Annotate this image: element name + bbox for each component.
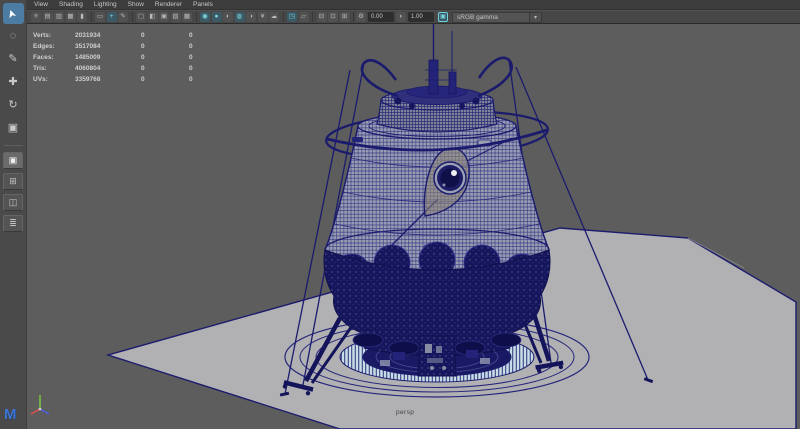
maya-panel: View Shading Lighting Show Renderer Pane… xyxy=(0,0,800,429)
menu-view[interactable]: View xyxy=(34,0,48,10)
wireframe-mode-icon[interactable]: ▢ xyxy=(136,12,146,22)
paint-select-tool-icon: ✎ xyxy=(8,49,17,70)
toolbox-divider xyxy=(4,145,23,146)
toolbar-separator xyxy=(353,12,354,22)
resolution-gate-icon[interactable]: ⊞ xyxy=(340,12,350,22)
snapshot-b-icon[interactable]: ⊡ xyxy=(328,12,338,22)
grease-pencil-icon[interactable]: ✎ xyxy=(118,12,128,22)
scale-tool-icon: ▣ xyxy=(8,118,18,139)
menu-shading[interactable]: Shading xyxy=(59,0,83,10)
two-d-pan-zoom-icon[interactable]: + xyxy=(107,12,117,22)
use-all-lights-icon[interactable]: ¥ xyxy=(258,12,268,22)
menu-renderer[interactable]: Renderer xyxy=(155,0,182,10)
panel-menubar: View Shading Lighting Show Renderer Pane… xyxy=(27,0,800,10)
bookmark-icon[interactable]: ▮ xyxy=(77,12,87,22)
paint-select-tool[interactable]: ✎ xyxy=(3,49,24,70)
view-transform-value: sRGB gamma xyxy=(452,12,530,23)
menu-panels[interactable]: Panels xyxy=(193,0,213,10)
view-transform-dropdown[interactable]: sRGB gamma ▾ xyxy=(452,12,542,23)
gamma-field[interactable]: 1.00 xyxy=(408,12,434,22)
hud-row-tris: Tris:406080400 xyxy=(33,57,193,68)
poly-count-hud: Verts:203193400 Edges:351708400 Faces:14… xyxy=(33,24,193,79)
single-pane-layout-icon: ▣ xyxy=(9,155,18,165)
four-pane-layout-icon: ⊞ xyxy=(9,176,17,186)
select-tool[interactable]: ➤ xyxy=(3,3,24,24)
four-pane-layout[interactable]: ⊞ xyxy=(3,173,23,190)
lock-camera-icon[interactable]: ▥ xyxy=(54,12,64,22)
lasso-tool-icon: ◌ xyxy=(10,26,17,47)
exposure-gear-icon[interactable]: ⚙ xyxy=(356,12,366,22)
hud-row-edges: Edges:351708400 xyxy=(33,35,193,46)
hud-value: 0 xyxy=(141,74,189,85)
menu-lighting[interactable]: Lighting xyxy=(94,0,117,10)
snapshot-a-icon[interactable]: ⊟ xyxy=(317,12,327,22)
flat-shade-mode-icon[interactable]: ◧ xyxy=(148,12,158,22)
hud-value: 3359768 xyxy=(75,74,141,85)
outliner-layout[interactable]: ≣ xyxy=(3,215,23,232)
material-override-icon[interactable]: ▩ xyxy=(182,12,192,22)
scale-tool[interactable]: ▣ xyxy=(3,118,24,139)
move-tool[interactable]: ✚ xyxy=(3,72,24,93)
maya-logo: M xyxy=(4,406,17,423)
toolbox-sidebar: ➤◌✎✚↻▣ ▣⊞◫≣ M xyxy=(0,0,27,429)
toolbox-tools: ➤ ◌✎✚↻▣ xyxy=(0,0,26,140)
hud-label: UVs: xyxy=(33,74,75,85)
outliner-layout-icon: ≣ xyxy=(9,218,17,228)
select-camera-icon[interactable]: ▤ xyxy=(43,12,53,22)
toolbar-separator xyxy=(283,12,284,22)
perspective-viewport[interactable]: Verts:203193400 Edges:351708400 Faces:14… xyxy=(27,24,800,429)
toolbar-separator xyxy=(196,12,197,22)
toolbar-separator xyxy=(91,12,92,22)
exposure-field[interactable]: 0.00 xyxy=(368,12,394,22)
smooth-shade-mode-icon[interactable]: ▣ xyxy=(159,12,169,22)
panel-toolbar: ≡▤▥▦▮▭+✎▢◧▣▨▩◉●◐◍◑¥☁◳▱⊟⊡⊞ ⚙ 0.00 ◗ 1.00 … xyxy=(27,10,800,24)
panel-menu-icon[interactable]: ≡ xyxy=(31,12,41,22)
gamma-toggle-icon[interactable]: ▣ xyxy=(438,12,448,22)
axis-gizmo[interactable] xyxy=(28,390,52,418)
toolbox-layouts: ▣ ⊞ ◫ ≣ xyxy=(0,150,26,234)
toolbar-icons: ≡▤▥▦▮ ▭+✎ ▢◧▣▨▩ ◉●◐◍◑¥☁ ◳▱ ⊟⊡⊞ xyxy=(31,12,356,22)
wireframe-on-shaded-icon[interactable]: ◉ xyxy=(200,12,210,22)
rotate-tool[interactable]: ↻ xyxy=(3,95,24,116)
fog-icon[interactable]: ☁ xyxy=(269,12,279,22)
split-pane-layout-icon: ◫ xyxy=(9,197,18,207)
isolate-select-icon[interactable]: ◳ xyxy=(287,12,297,22)
rotate-tool-icon: ↻ xyxy=(8,95,17,116)
toolbar-separator xyxy=(132,12,133,22)
hud-value: 0 xyxy=(189,74,193,85)
hud-row-verts: Verts:203193400 xyxy=(33,24,193,35)
hud-row-faces: Faces:148500900 xyxy=(33,46,193,57)
select-tool-icon: ➤ xyxy=(2,6,25,22)
camera-attributes-icon[interactable]: ▦ xyxy=(66,12,76,22)
toolbar-separator xyxy=(312,12,313,22)
single-pane-layout[interactable]: ▣ xyxy=(3,152,23,169)
occlusion-sphere-icon[interactable]: ◍ xyxy=(235,12,245,22)
shadows-icon[interactable]: ◑ xyxy=(246,12,256,22)
textured-mode-icon[interactable]: ▨ xyxy=(171,12,181,22)
hud-row-uvs: UVs:335976800 xyxy=(33,68,193,79)
image-plane-icon[interactable]: ▭ xyxy=(95,12,105,22)
menu-show[interactable]: Show xyxy=(128,0,144,10)
contrast-icon[interactable]: ◗ xyxy=(396,12,406,22)
move-tool-icon: ✚ xyxy=(8,72,17,93)
default-material-icon[interactable]: ● xyxy=(212,12,222,22)
chevron-down-icon: ▾ xyxy=(530,12,542,23)
xray-icon[interactable]: ▱ xyxy=(299,12,309,22)
camera-name-label: persp xyxy=(396,409,414,416)
textured-sphere-icon[interactable]: ◐ xyxy=(223,12,233,22)
split-pane-layout[interactable]: ◫ xyxy=(3,194,23,211)
lasso-tool[interactable]: ◌ xyxy=(3,26,24,47)
